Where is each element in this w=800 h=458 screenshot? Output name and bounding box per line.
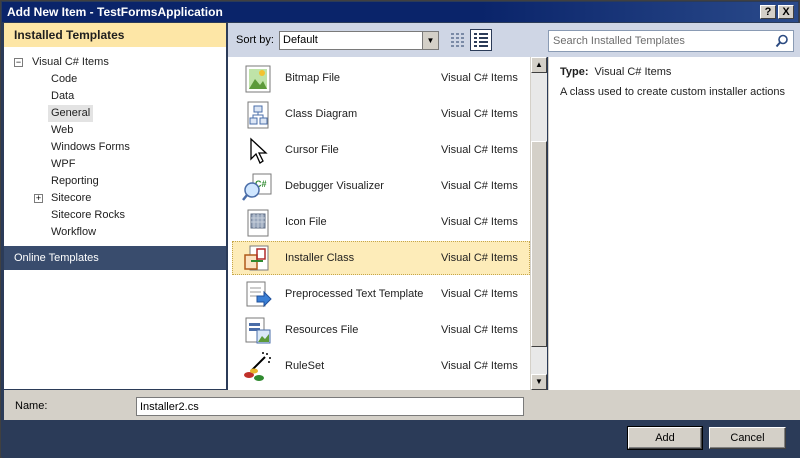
templates-tree-pane: Installed Templates − Visual C# Items Co… bbox=[4, 23, 226, 389]
tree-item-workflow[interactable]: Workflow bbox=[48, 224, 99, 241]
template-category-tree: − Visual C# Items Code Data General Web … bbox=[4, 47, 226, 247]
sort-by-value: Default bbox=[283, 34, 318, 46]
help-button[interactable]: ? bbox=[760, 5, 776, 19]
add-button[interactable]: Add bbox=[627, 426, 703, 450]
tree-item-visual-csharp-items[interactable]: Visual C# Items bbox=[29, 54, 112, 71]
list-view-button[interactable] bbox=[470, 29, 492, 51]
search-icon[interactable] bbox=[775, 34, 789, 48]
name-label: Name: bbox=[15, 400, 48, 412]
small-icons-view-icon bbox=[451, 33, 464, 47]
template-name: Bitmap File bbox=[285, 72, 341, 84]
window-title: Add New Item - TestFormsApplication bbox=[7, 5, 223, 19]
template-type: Visual C# Items bbox=[441, 252, 518, 264]
search-installed-templates-input[interactable]: Search Installed Templates bbox=[548, 30, 794, 52]
template-row-icon-file[interactable]: Icon File Visual C# Items bbox=[232, 205, 530, 239]
template-row-ruleset[interactable]: RuleSet Visual C# Items bbox=[232, 349, 530, 383]
tree-item-wpf[interactable]: WPF bbox=[48, 156, 78, 173]
scroll-down-arrow-icon[interactable]: ▼ bbox=[531, 374, 547, 390]
add-new-item-dialog: Add New Item - TestFormsApplication ? X … bbox=[0, 0, 800, 458]
online-templates-header[interactable]: Online Templates bbox=[4, 246, 226, 270]
template-row-cursor-file[interactable]: Cursor File Visual C# Items bbox=[232, 133, 530, 167]
name-bar: Name: bbox=[4, 390, 800, 420]
expand-sitecore-icon[interactable]: + bbox=[34, 194, 43, 203]
sort-by-dropdown[interactable]: Default ▼ bbox=[279, 31, 439, 50]
chevron-down-icon[interactable]: ▼ bbox=[422, 32, 438, 49]
search-placeholder: Search Installed Templates bbox=[553, 35, 685, 47]
tree-item-general[interactable]: General bbox=[48, 105, 94, 122]
tree-item-web[interactable]: Web bbox=[48, 122, 76, 139]
cursor-file-icon bbox=[250, 137, 268, 164]
template-type: Visual C# Items bbox=[441, 324, 518, 336]
type-value: Visual C# Items bbox=[594, 66, 672, 78]
template-type: Visual C# Items bbox=[441, 288, 518, 300]
type-label: Type: bbox=[560, 66, 589, 78]
tree-item-code[interactable]: Code bbox=[48, 71, 80, 88]
preprocessed-text-template-icon bbox=[246, 281, 272, 308]
template-name: Cursor File bbox=[285, 144, 339, 156]
template-type-line: Type: Visual C# Items bbox=[560, 66, 671, 78]
title-bar[interactable]: Add New Item - TestFormsApplication ? X bbox=[2, 2, 798, 22]
template-type: Visual C# Items bbox=[441, 108, 518, 120]
installed-templates-header[interactable]: Installed Templates bbox=[4, 23, 226, 47]
template-details-pane: Type: Visual C# Items A class used to cre… bbox=[548, 57, 800, 390]
template-row-resources-file[interactable]: Resources File Visual C# Items bbox=[232, 313, 530, 347]
template-row-class-diagram[interactable]: Class Diagram Visual C# Items bbox=[232, 97, 530, 131]
button-bar: Add Cancel bbox=[2, 420, 800, 458]
template-name: Class Diagram bbox=[285, 108, 358, 120]
template-row-bitmap-file[interactable]: Bitmap File Visual C# Items bbox=[232, 61, 530, 95]
sort-by-label: Sort by: bbox=[236, 34, 274, 46]
bitmap-file-icon bbox=[245, 65, 271, 93]
resources-file-icon bbox=[245, 317, 271, 344]
template-type: Visual C# Items bbox=[441, 144, 518, 156]
name-field[interactable] bbox=[136, 397, 524, 416]
template-row-debugger-visualizer[interactable]: C# Debugger Visualizer Visual C# Items bbox=[232, 169, 530, 203]
scroll-up-arrow-icon[interactable]: ▲ bbox=[531, 57, 547, 73]
template-description: A class used to create custom installer … bbox=[560, 86, 785, 98]
template-name: Installer Class bbox=[285, 252, 355, 264]
template-type: Visual C# Items bbox=[441, 72, 518, 84]
scrollbar-thumb[interactable] bbox=[531, 141, 547, 347]
icon-file-icon bbox=[247, 209, 269, 237]
debugger-visualizer-icon: C# bbox=[242, 173, 272, 201]
tree-item-reporting[interactable]: Reporting bbox=[48, 173, 102, 190]
collapse-visual-csharp-icon[interactable]: − bbox=[14, 58, 23, 67]
ruleset-icon bbox=[244, 352, 271, 381]
tree-item-windows-forms[interactable]: Windows Forms bbox=[48, 139, 133, 156]
installer-class-icon bbox=[244, 245, 269, 271]
template-type: Visual C# Items bbox=[441, 216, 518, 228]
template-list-scrollbar[interactable]: ▲ ▼ bbox=[530, 57, 547, 390]
template-type: Visual C# Items bbox=[441, 180, 518, 192]
template-name: Preprocessed Text Template bbox=[285, 288, 424, 300]
template-name: Icon File bbox=[285, 216, 327, 228]
template-list: Bitmap File Visual C# Items Class Diagra… bbox=[228, 57, 530, 390]
template-row-installer-class[interactable]: Installer Class Visual C# Items bbox=[232, 241, 530, 275]
class-diagram-icon bbox=[247, 101, 269, 129]
close-button[interactable]: X bbox=[778, 5, 794, 19]
template-type: Visual C# Items bbox=[441, 360, 518, 372]
template-name: Debugger Visualizer bbox=[285, 180, 384, 192]
cancel-button[interactable]: Cancel bbox=[709, 427, 786, 449]
sort-toolbar: Sort by: Default ▼ Search Installed Temp… bbox=[228, 23, 800, 57]
small-icons-view-button[interactable] bbox=[446, 29, 468, 51]
tree-item-sitecore-rocks[interactable]: Sitecore Rocks bbox=[48, 207, 128, 224]
tree-item-data[interactable]: Data bbox=[48, 88, 77, 105]
template-name: Resources File bbox=[285, 324, 359, 336]
template-row-preprocessed-text-template[interactable]: Preprocessed Text Template Visual C# Ite… bbox=[232, 277, 530, 311]
template-name: RuleSet bbox=[285, 360, 325, 372]
tree-item-sitecore[interactable]: Sitecore bbox=[48, 190, 94, 207]
list-view-icon bbox=[474, 33, 488, 47]
